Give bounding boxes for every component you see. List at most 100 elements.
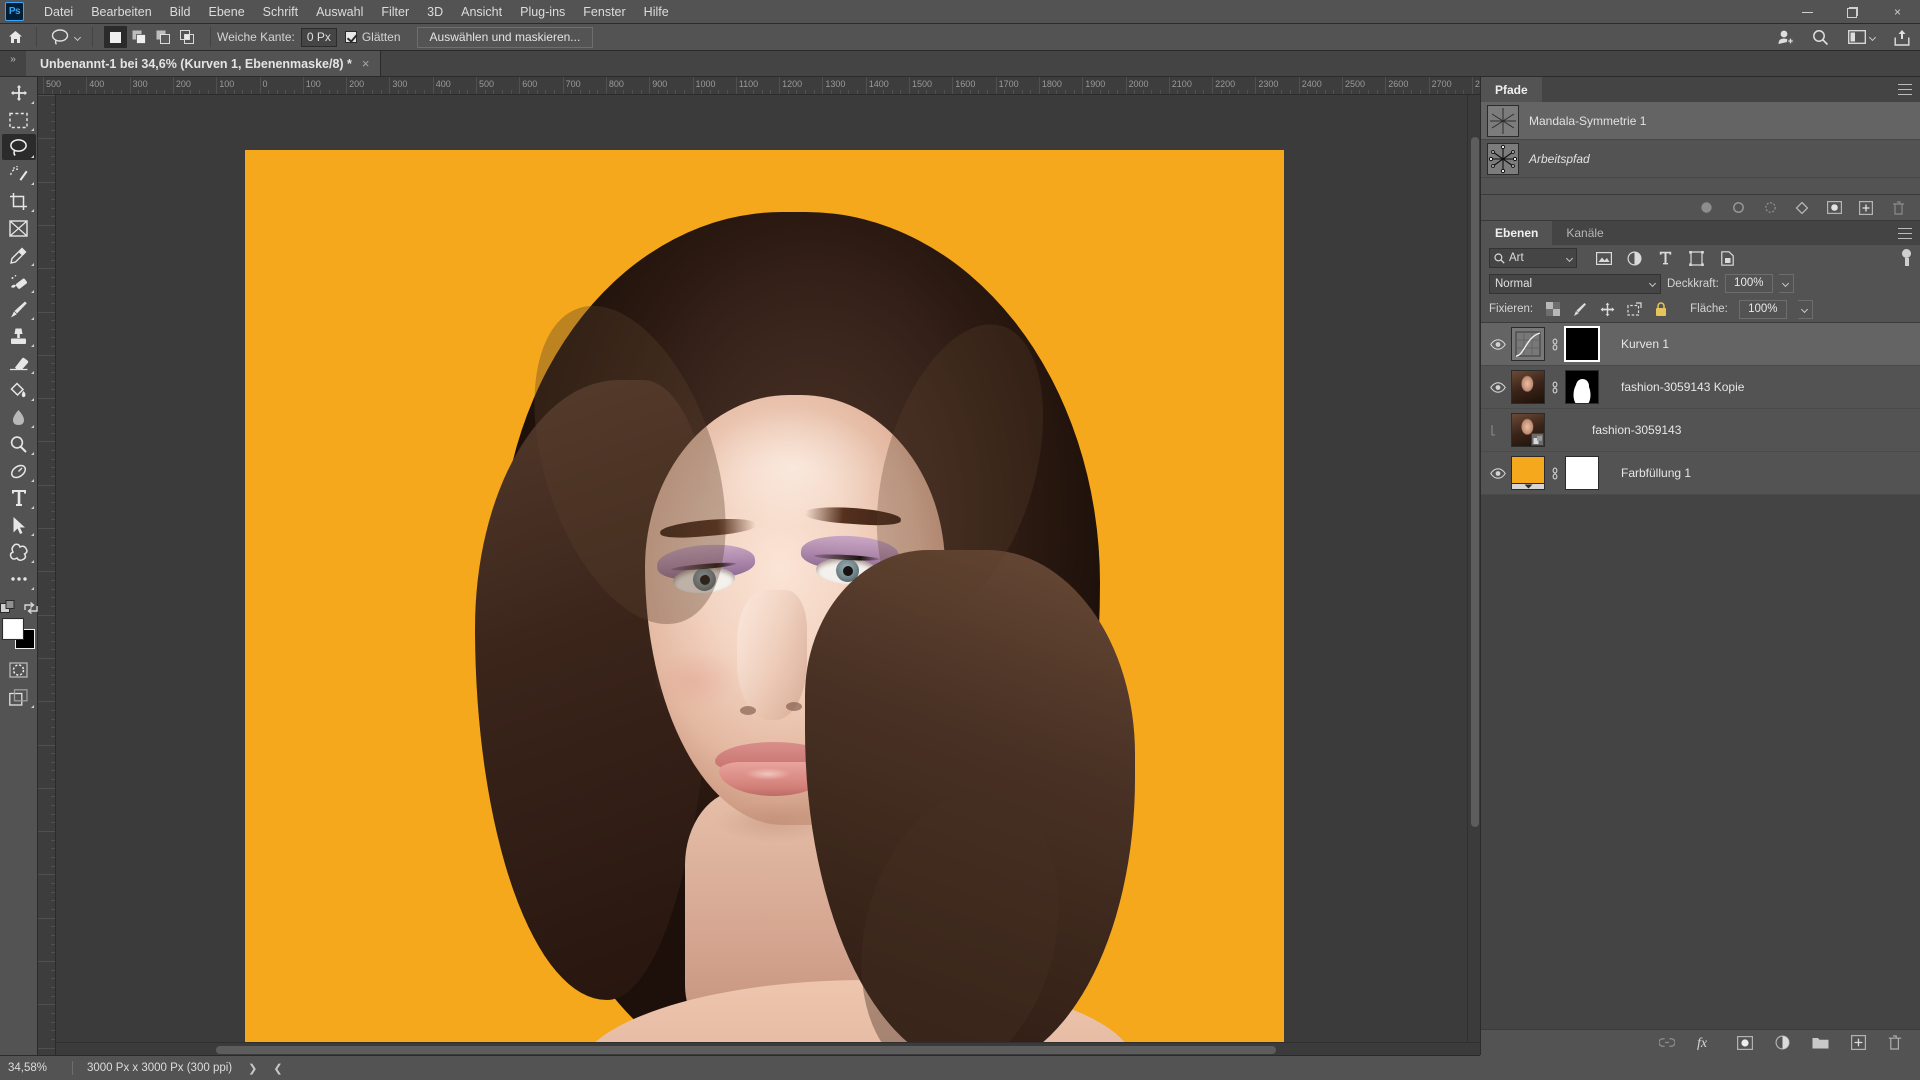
layer-effects-fx-icon[interactable]: fx (1696, 1035, 1716, 1051)
fill-input[interactable]: 100% (1738, 299, 1787, 319)
crop-tool[interactable] (2, 188, 36, 214)
antialias-checkbox[interactable]: Glätten (337, 30, 409, 44)
photo-layer-thumbnail[interactable] (1511, 413, 1545, 447)
table-row[interactable]: fashion-3059143 Kopie (1481, 366, 1920, 409)
menu-bild[interactable]: Bild (161, 2, 200, 22)
panel-menu-icon[interactable] (1898, 228, 1912, 239)
layer-mask-thumbnail[interactable] (1564, 326, 1600, 362)
layer-filter-toggle[interactable] (1901, 249, 1912, 267)
panel-menu-icon[interactable] (1898, 84, 1912, 95)
menu-datei[interactable]: Datei (35, 2, 82, 22)
new-layer-icon[interactable] (1850, 1035, 1866, 1051)
tab-pfade[interactable]: Pfade (1481, 77, 1542, 102)
menu-auswahl[interactable]: Auswahl (307, 2, 372, 22)
collapse-panels-button[interactable]: » (0, 51, 26, 76)
export-icon[interactable] (1892, 27, 1912, 47)
foreground-color-swatch[interactable] (2, 619, 23, 639)
canvas-viewport[interactable] (56, 95, 1480, 1055)
prev-arrow-icon[interactable]: ❮ (273, 1062, 282, 1075)
photo-layer-thumbnail[interactable] (1511, 370, 1545, 404)
layer-mask-thumbnail[interactable] (1565, 456, 1599, 490)
new-selection-button[interactable] (104, 26, 127, 48)
intersect-selection-button[interactable] (176, 26, 199, 48)
link-layers-icon[interactable] (1659, 1035, 1675, 1051)
select-and-mask-button[interactable]: Auswählen und maskieren... (416, 26, 594, 48)
lasso-tool[interactable] (1, 134, 36, 160)
screen-mode-button[interactable] (2, 684, 36, 710)
custom-shape-tool[interactable] (2, 539, 36, 565)
minimize-button[interactable] (1785, 0, 1830, 24)
layer-visibility-toggle[interactable] (1485, 467, 1511, 479)
adjustment-layer-filter-icon[interactable] (1626, 250, 1643, 267)
curves-adjustment-thumbnail[interactable] (1511, 327, 1545, 361)
type-tool[interactable] (2, 485, 36, 511)
pen-tool[interactable] (2, 458, 36, 484)
tab-ebenen[interactable]: Ebenen (1481, 221, 1553, 245)
eraser-tool[interactable] (2, 350, 36, 376)
opacity-input[interactable]: 100% (1724, 274, 1773, 293)
scrollbar-thumb[interactable] (216, 1046, 1276, 1054)
new-group-icon[interactable] (1811, 1035, 1829, 1051)
link-icon[interactable] (1550, 380, 1560, 394)
next-arrow-icon[interactable]: ❯ (248, 1062, 257, 1075)
delete-path-icon[interactable] (1890, 200, 1906, 216)
menu-hilfe[interactable]: Hilfe (635, 2, 678, 22)
menu-ebene[interactable]: Ebene (200, 2, 254, 22)
tab-kanaele[interactable]: Kanäle (1552, 221, 1618, 245)
lock-artboard-nesting-icon[interactable] (1626, 301, 1642, 317)
menu-filter[interactable]: Filter (372, 2, 418, 22)
solid-color-fill-thumbnail[interactable] (1511, 456, 1545, 490)
make-path-from-selection-icon[interactable] (1794, 200, 1810, 216)
fill-stepper[interactable] (1797, 299, 1813, 319)
menu-bearbeiten[interactable]: Bearbeiten (82, 2, 160, 22)
pixel-layer-filter-icon[interactable] (1595, 250, 1612, 267)
new-adjustment-layer-icon[interactable] (1774, 1035, 1790, 1051)
layer-visibility-toggle[interactable] (1485, 381, 1511, 393)
table-row[interactable]: Farbfüllung 1 (1481, 452, 1920, 495)
tool-preset-picker[interactable] (43, 27, 86, 47)
table-row[interactable]: Kurven 1 (1481, 323, 1920, 366)
swap-colors-icon[interactable] (23, 601, 38, 615)
gradient-tool[interactable] (2, 377, 36, 403)
opacity-stepper[interactable] (1778, 274, 1794, 293)
lock-all-icon[interactable] (1653, 301, 1669, 317)
search-icon[interactable] (1810, 27, 1830, 47)
load-selection-from-path-icon[interactable] (1762, 200, 1778, 216)
link-icon[interactable] (1550, 337, 1560, 351)
close-icon[interactable]: × (362, 56, 370, 71)
close-button[interactable]: × (1875, 0, 1920, 24)
more-tools-button[interactable] (2, 566, 36, 592)
add-layer-mask-icon[interactable] (1737, 1035, 1753, 1051)
restore-button[interactable] (1830, 0, 1875, 24)
shape-layer-filter-icon[interactable] (1688, 250, 1705, 267)
zoom-level[interactable]: 34,58% (0, 1062, 72, 1074)
menu-ansicht[interactable]: Ansicht (452, 2, 511, 22)
layer-visibility-toggle[interactable] (1485, 424, 1511, 436)
scrollbar-thumb[interactable] (1471, 137, 1479, 827)
stroke-path-icon[interactable] (1730, 200, 1746, 216)
path-row[interactable]: Arbeitspfad (1481, 140, 1920, 178)
smart-object-filter-icon[interactable] (1719, 250, 1736, 267)
lock-transparent-pixels-icon[interactable] (1545, 301, 1561, 317)
path-selection-tool[interactable] (2, 512, 36, 538)
document-dimensions[interactable]: 3000 Px x 3000 Px (300 ppi) (73, 1062, 232, 1074)
horizontal-ruler[interactable]: 500 400 300 200 100 0 100 200 300 400 500 600 700 800… (38, 77, 1480, 95)
clone-stamp-tool[interactable] (2, 323, 36, 349)
delete-layer-icon[interactable] (1887, 1035, 1903, 1051)
lock-position-icon[interactable] (1599, 301, 1615, 317)
menu-plugins[interactable]: Plug-ins (511, 2, 574, 22)
document-tab[interactable]: Unbenannt-1 bei 34,6% (Kurven 1, Ebenenm… (26, 51, 381, 76)
object-selection-tool[interactable] (2, 161, 36, 187)
lock-image-pixels-icon[interactable] (1572, 301, 1588, 317)
frame-tool[interactable] (2, 215, 36, 241)
layer-mask-thumbnail[interactable] (1565, 370, 1599, 404)
menu-3d[interactable]: 3D (418, 2, 452, 22)
blend-mode-select[interactable]: Normal (1489, 273, 1661, 294)
quick-mask-button[interactable] (2, 657, 36, 683)
move-tool[interactable] (2, 80, 36, 106)
eyedropper-tool[interactable] (2, 242, 36, 268)
edit-toolbar-icon[interactable] (0, 600, 17, 615)
canvas-horizontal-scrollbar[interactable] (56, 1042, 1480, 1055)
add-mask-icon[interactable] (1826, 200, 1842, 216)
home-button[interactable] (0, 24, 30, 51)
